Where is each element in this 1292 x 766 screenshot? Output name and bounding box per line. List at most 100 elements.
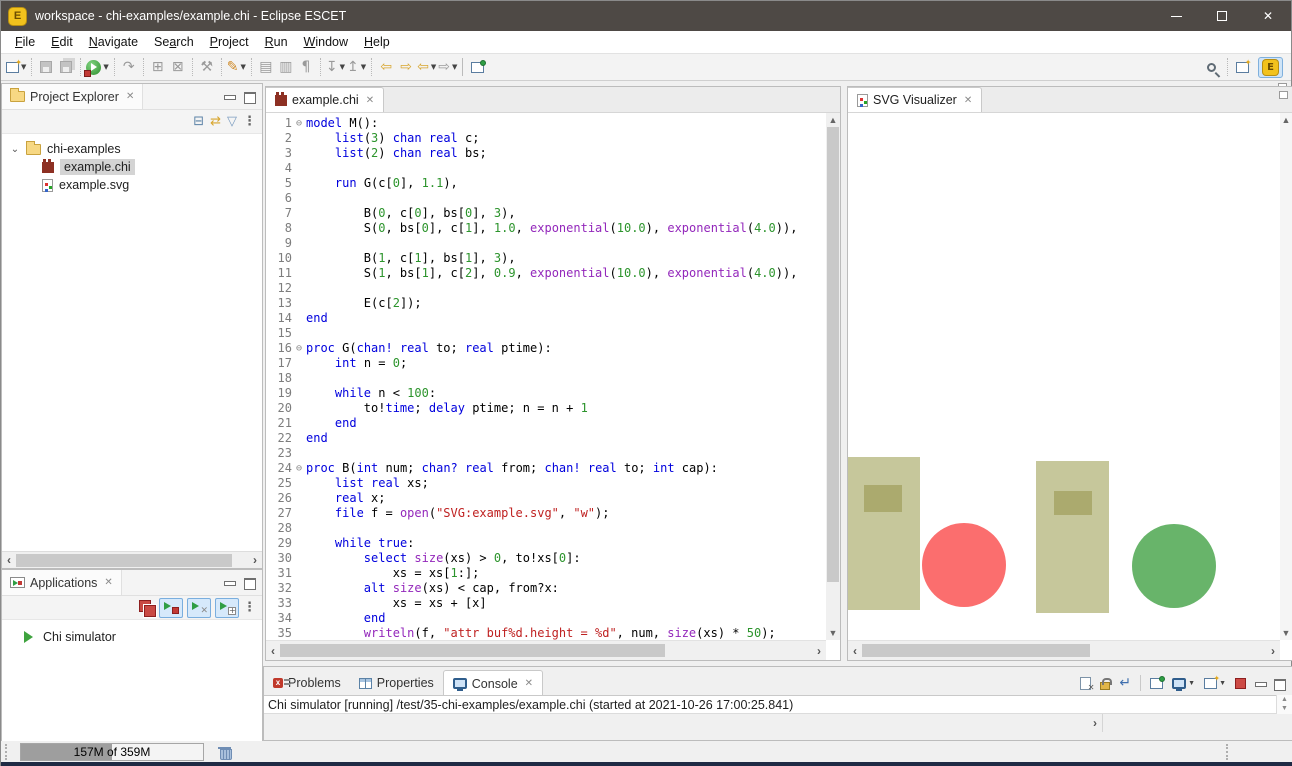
menu-file[interactable]: File xyxy=(7,33,43,51)
last-edit-location-button[interactable]: ⇦ xyxy=(376,56,396,78)
code-line[interactable]: 8 S(0, bs[0], c[1], 1.0, exponential(10.… xyxy=(266,221,826,236)
display-selected-console-button[interactable]: ▼ xyxy=(1172,678,1195,689)
fold-collapse-icon[interactable]: ⊖ xyxy=(292,116,306,131)
code-line[interactable]: 17 int n = 0; xyxy=(266,356,826,371)
auto-remove-toggle[interactable]: ✕ xyxy=(187,598,211,618)
editor-hscrollbar[interactable]: ‹ › xyxy=(266,640,826,660)
minimize-view-icon[interactable] xyxy=(1255,679,1265,688)
code-line[interactable]: 12 xyxy=(266,281,826,296)
pin-editor-button[interactable] xyxy=(467,56,487,78)
view-menu-icon[interactable]: ⋮ xyxy=(243,600,256,615)
scrollbar-thumb[interactable] xyxy=(827,127,839,582)
new-element-button[interactable]: ⊞ xyxy=(148,56,168,78)
code-line[interactable]: 33 xs = xs + [x] xyxy=(266,596,826,611)
menu-project[interactable]: Project xyxy=(202,33,257,51)
code-line[interactable]: 18 xyxy=(266,371,826,386)
menu-navigate[interactable]: Navigate xyxy=(81,33,146,51)
code-line[interactable]: 23 xyxy=(266,446,826,461)
code-line[interactable]: 1⊖model M(): xyxy=(266,116,826,131)
fold-collapse-icon[interactable]: ⊖ xyxy=(292,461,306,476)
code-line[interactable]: 28 xyxy=(266,521,826,536)
svg-visualizer-tab[interactable]: SVG Visualizer ✕ xyxy=(848,87,982,112)
pin-console-icon[interactable] xyxy=(1150,678,1163,689)
open-perspective-button[interactable]: ✦ xyxy=(1232,56,1252,78)
wrench-button[interactable]: ⚒ xyxy=(197,56,217,78)
editor-tab-example-chi[interactable]: example.chi ✕ xyxy=(266,87,384,112)
code-line[interactable]: 26 real x; xyxy=(266,491,826,506)
show-whitespace-button[interactable]: ¶ xyxy=(296,56,316,78)
close-button[interactable]: ✕ xyxy=(1245,1,1291,31)
terminate-icon[interactable] xyxy=(1235,678,1246,689)
restore-icon[interactable] xyxy=(1279,91,1288,99)
run-button[interactable]: ▼ xyxy=(85,56,109,78)
code-line[interactable]: 11 S(1, bs[1], c[2], 0.9, exponential(10… xyxy=(266,266,826,281)
code-line[interactable]: 15 xyxy=(266,326,826,341)
code-line[interactable]: 21 end xyxy=(266,416,826,431)
escet-perspective-button[interactable]: E xyxy=(1258,57,1283,78)
editor-vscrollbar[interactable]: ▲ ▼ xyxy=(826,113,840,640)
word-wrap-icon[interactable]: ↵ xyxy=(1119,675,1131,691)
minimize-view-icon[interactable] xyxy=(224,92,234,101)
skip-button[interactable]: ↷ xyxy=(119,56,139,78)
tab-properties[interactable]: Properties xyxy=(350,676,443,690)
close-icon[interactable]: ✕ xyxy=(525,678,533,689)
next-annotation-button[interactable]: ↧▼ xyxy=(325,56,346,78)
garbage-collect-icon[interactable] xyxy=(218,745,231,758)
code-line[interactable]: 20 to!time; delay ptime; n = n + 1 xyxy=(266,401,826,416)
tree-item-example-svg[interactable]: example.svg xyxy=(2,176,262,194)
code-line[interactable]: 25 list real xs; xyxy=(266,476,826,491)
code-line[interactable]: 32 alt size(xs) < cap, from?x: xyxy=(266,581,826,596)
maximize-view-icon[interactable] xyxy=(1274,679,1284,688)
search-button[interactable] xyxy=(1203,56,1223,78)
minimize-view-icon[interactable] xyxy=(224,578,234,587)
outline-button[interactable]: ▥ xyxy=(276,56,296,78)
tree-item-project[interactable]: ⌄ chi-examples xyxy=(2,140,262,158)
minimize-button[interactable] xyxy=(1153,1,1199,31)
code-line[interactable]: 29 while true: xyxy=(266,536,826,551)
code-line[interactable]: 2 list(3) chan real c; xyxy=(266,131,826,146)
code-line[interactable]: 4 xyxy=(266,161,826,176)
code-line[interactable]: 31 xs = xs[1:]; xyxy=(266,566,826,581)
code-line[interactable]: 6 xyxy=(266,191,826,206)
scroll-lock-icon[interactable] xyxy=(1100,682,1110,690)
back-button[interactable]: ⇦▼ xyxy=(416,56,437,78)
console-vscrollbar[interactable]: ▲▼ xyxy=(1276,695,1292,714)
code-line[interactable]: 3 list(2) chan real bs; xyxy=(266,146,826,161)
new-wizard-button[interactable]: ✦▼ xyxy=(5,56,27,78)
previous-annotation-button[interactable]: ↥▼ xyxy=(346,56,367,78)
code-line[interactable]: 7 B(0, c[0], bs[0], 3), xyxy=(266,206,826,221)
tab-console[interactable]: Console ✕ xyxy=(443,670,543,696)
close-icon[interactable]: ✕ xyxy=(964,95,972,106)
menu-help[interactable]: Help xyxy=(356,33,398,51)
code-line[interactable]: 35 writeln(f, "attr buf%d.height = %d", … xyxy=(266,626,826,640)
filter-icon[interactable]: ▽ xyxy=(227,114,237,129)
project-explorer-tab[interactable]: Project Explorer ✕ xyxy=(2,84,143,109)
menu-window[interactable]: Window xyxy=(296,33,356,51)
auto-expand-toggle[interactable]: + xyxy=(215,598,239,618)
remove-all-terminated-icon[interactable] xyxy=(139,600,155,616)
delete-element-button[interactable]: ⊠ xyxy=(168,56,188,78)
compare-button[interactable]: ▤ xyxy=(256,56,276,78)
scrollbar-thumb[interactable] xyxy=(16,554,232,567)
code-line[interactable]: 34 end xyxy=(266,611,826,626)
code-line[interactable]: 9 xyxy=(266,236,826,251)
code-line[interactable]: 30 select size(xs) > 0, to!xs[0]: xyxy=(266,551,826,566)
save-button[interactable] xyxy=(36,56,56,78)
forward-button[interactable]: ⇨▼ xyxy=(437,56,458,78)
close-icon[interactable]: ✕ xyxy=(126,91,134,102)
menu-run[interactable]: Run xyxy=(257,33,296,51)
scrollbar-thumb[interactable] xyxy=(862,644,1090,657)
save-all-button[interactable] xyxy=(56,56,76,78)
menu-edit[interactable]: Edit xyxy=(43,33,81,51)
svg-vscrollbar[interactable]: ▲ ▼ xyxy=(1280,113,1292,640)
maximize-view-icon[interactable] xyxy=(244,578,254,587)
scrollbar-thumb[interactable] xyxy=(280,644,665,657)
applications-tab[interactable]: Applications ✕ xyxy=(2,570,122,595)
maximize-button[interactable] xyxy=(1199,1,1245,31)
code-line[interactable]: 10 B(1, c[1], bs[1], 3), xyxy=(266,251,826,266)
maximize-view-icon[interactable] xyxy=(244,92,254,101)
tree-item-example-chi[interactable]: example.chi xyxy=(2,158,262,176)
auto-terminate-toggle[interactable] xyxy=(159,598,183,618)
clear-console-icon[interactable] xyxy=(1080,677,1091,690)
open-console-button[interactable]: ✦▼ xyxy=(1204,678,1226,689)
